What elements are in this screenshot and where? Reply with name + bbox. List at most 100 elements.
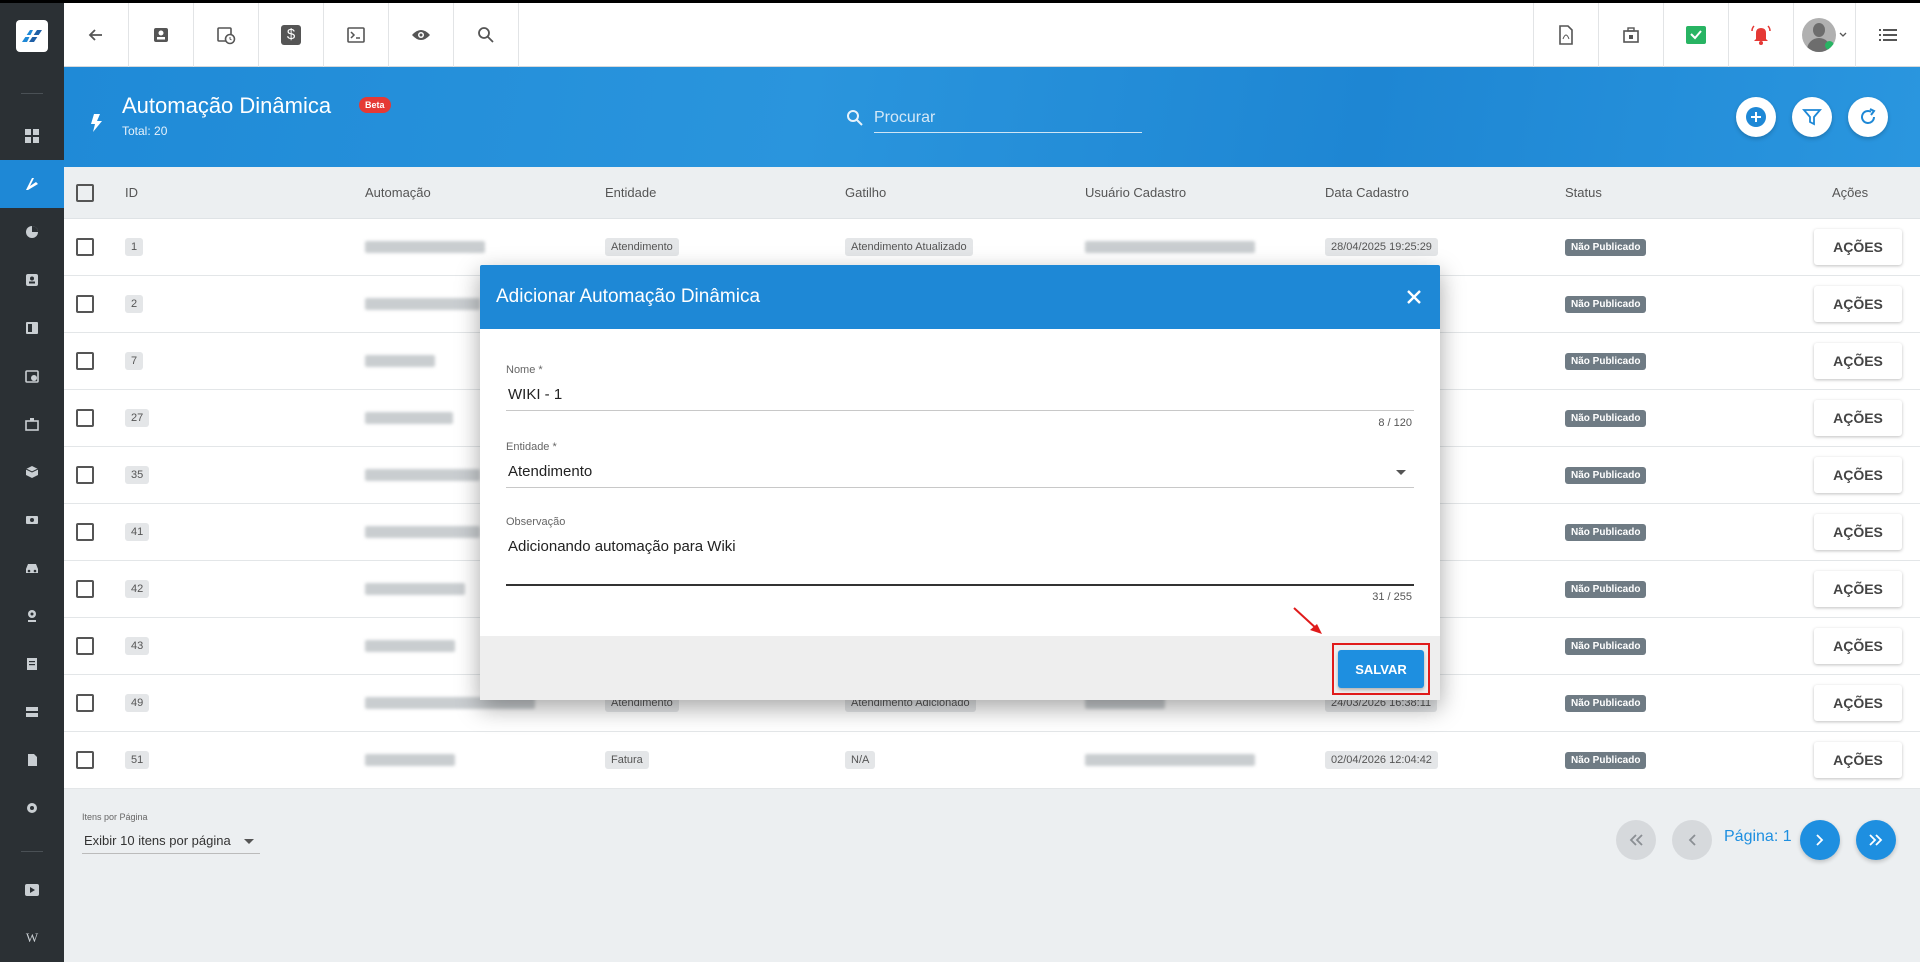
inventory-button[interactable] [1598,3,1663,67]
caret-down-icon[interactable] [1396,470,1406,475]
actions-button[interactable]: AÇÕES [1814,343,1902,379]
row-date: 02/04/2026 12:04:42 [1325,751,1438,769]
row-checkbox[interactable] [76,409,94,427]
notifications-button[interactable] [1728,3,1793,67]
status-badge: Não Publicado [1565,295,1647,313]
sidebar-item-settings[interactable] [0,784,64,832]
sidebar-item-contacts[interactable] [0,256,64,304]
sidebar-item-inventory[interactable] [0,400,64,448]
pdf-button[interactable] [1533,3,1598,67]
status-badge: Não Publicado [1565,352,1647,370]
user-menu[interactable] [1793,3,1855,67]
actions-button[interactable]: AÇÕES [1814,628,1902,664]
last-page-button[interactable] [1856,820,1896,860]
actions-button[interactable]: AÇÕES [1814,685,1902,721]
file-icon [28,754,37,766]
contact-card-icon [154,28,168,42]
location-icon [28,610,36,622]
row-id: 43 [125,637,150,655]
sidebar-item-documents[interactable] [0,640,64,688]
filter-button[interactable] [1792,97,1832,137]
view-button[interactable] [389,3,454,67]
col-header-automation: Automação [365,185,431,200]
sidebar-item-servers[interactable] [0,688,64,736]
table-row[interactable]: 51 Fatura N/A 02/04/2026 12:04:42 Não Pu… [64,732,1920,789]
row-id: 51 [125,751,150,769]
page-header: Automação Dinâmica Beta Total: 20 [64,67,1920,167]
row-checkbox[interactable] [76,751,94,769]
actions-button[interactable]: AÇÕES [1814,229,1902,265]
observation-textarea[interactable]: Adicionando automação para Wiki [508,538,736,555]
sidebar-item-location[interactable] [0,592,64,640]
status-badge: Não Publicado [1565,523,1647,541]
redacted-automation [365,355,435,367]
contacts-button[interactable] [129,3,194,67]
actions-button[interactable]: AÇÕES [1814,571,1902,607]
sidebar-item-products[interactable] [0,448,64,496]
menu-button[interactable] [1855,3,1920,67]
sidebar-item-vehicles[interactable] [0,544,64,592]
sidebar-item-dashboard[interactable] [0,112,64,160]
name-field[interactable]: WIKI - 1 [508,386,562,403]
row-checkbox[interactable] [76,637,94,655]
first-page-button[interactable] [1616,820,1656,860]
sidebar-item-automation[interactable] [0,160,64,208]
search-button[interactable] [454,3,519,67]
row-checkbox[interactable] [76,580,94,598]
sidebar-item-files[interactable] [0,736,64,784]
tasks-button[interactable] [1663,3,1728,67]
sidebar-item-schedule[interactable] [0,352,64,400]
beta-badge: Beta [359,97,391,113]
actions-button[interactable]: AÇÕES [1814,457,1902,493]
row-checkbox[interactable] [76,295,94,313]
sidebar-item-wiki[interactable]: W [0,914,64,962]
next-page-button[interactable] [1800,820,1840,860]
sidebar-item-finance[interactable] [0,496,64,544]
online-status-dot [1825,41,1834,50]
row-checkbox[interactable] [76,238,94,256]
actions-button[interactable]: AÇÕES [1814,286,1902,322]
sidebar-item-videos[interactable] [0,866,64,914]
row-checkbox[interactable] [76,466,94,484]
row-id: 27 [125,409,150,427]
row-checkbox[interactable] [76,352,94,370]
row-checkbox[interactable] [76,523,94,541]
actions-button[interactable]: AÇÕES [1814,742,1902,778]
app-logo[interactable] [0,3,64,69]
automation-icon [91,114,102,132]
sidebar-item-reports[interactable] [0,208,64,256]
actions-button[interactable]: AÇÕES [1814,514,1902,550]
observation-label: Observação [506,516,566,528]
name-label: Nome * [506,364,543,376]
refresh-button[interactable] [1848,97,1888,137]
schedule-button[interactable] [194,3,259,67]
row-checkbox[interactable] [76,694,94,712]
redacted-user [1085,241,1255,253]
per-page-label: Itens por Página [82,812,148,822]
entity-select[interactable]: Atendimento [508,463,592,480]
row-id: 7 [125,352,144,370]
back-button[interactable] [64,3,129,67]
row-id: 49 [125,694,150,712]
chevron-left-icon [1688,834,1696,846]
redacted-automation [365,412,453,424]
search-input[interactable] [874,103,1142,133]
redacted-automation [365,298,480,310]
name-underline [506,410,1414,411]
sidebar-item-boards[interactable] [0,304,64,352]
prev-page-button[interactable] [1672,820,1712,860]
per-page-select[interactable]: Exibir 10 itens por página [82,830,260,854]
redacted-automation [365,754,455,766]
server-icon [26,707,38,717]
search-icon [847,110,863,126]
save-button[interactable]: SALVAR [1338,650,1424,688]
row-entity: Fatura [605,751,649,769]
actions-button[interactable]: AÇÕES [1814,400,1902,436]
double-chevron-right-icon [1869,834,1883,846]
add-button[interactable] [1736,97,1776,137]
row-id: 1 [125,238,144,256]
close-button[interactable] [1400,283,1428,311]
finance-button[interactable]: $ [259,3,324,67]
terminal-button[interactable] [324,3,389,67]
select-all-checkbox[interactable] [76,183,94,202]
